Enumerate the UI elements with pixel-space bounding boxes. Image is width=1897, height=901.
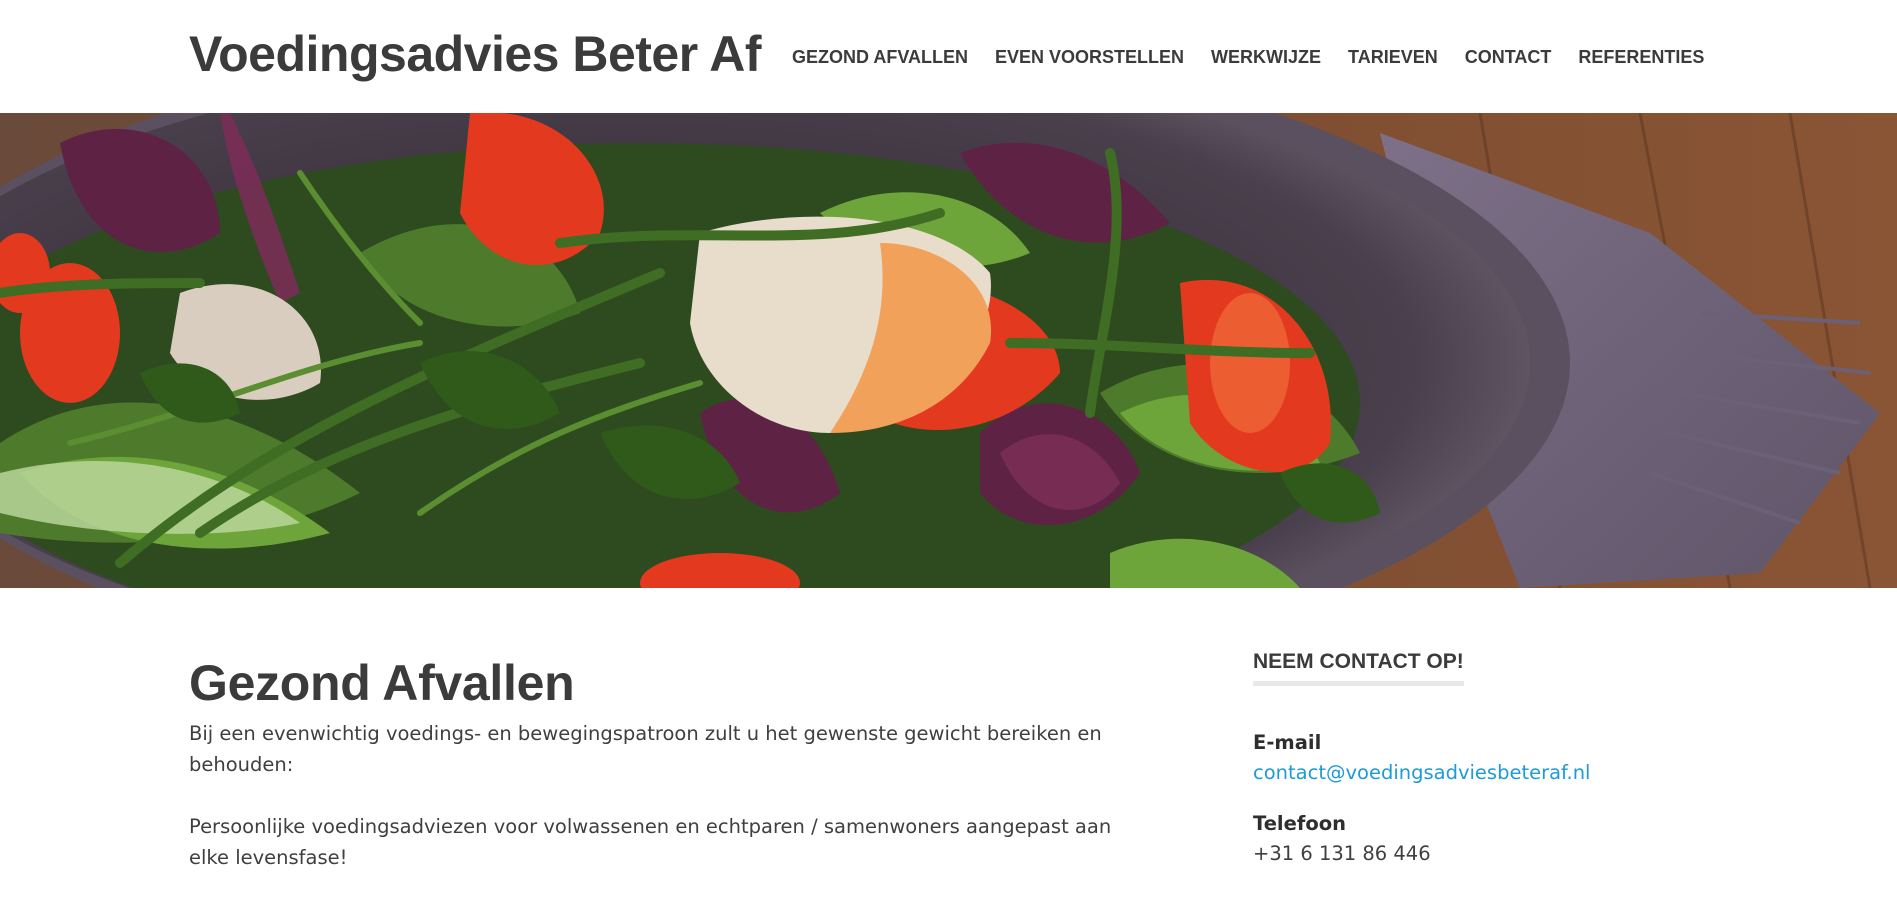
email-label: E-mail xyxy=(1253,731,1322,754)
main-nav: GEZOND AFVALLEN EVEN VOORSTELLEN WERKWIJ… xyxy=(792,45,1704,69)
nav-item-even-voorstellen[interactable]: EVEN VOORSTELLEN xyxy=(995,47,1184,68)
nav-item-contact[interactable]: CONTACT xyxy=(1465,47,1552,68)
page-title: Gezond Afvallen xyxy=(189,655,575,711)
nav-item-gezond-afvallen[interactable]: GEZOND AFVALLEN xyxy=(792,47,968,68)
phone-block: Telefoon +31 6 131 86 446 xyxy=(1253,809,1713,869)
email-link[interactable]: contact@voedingsadviesbeteraf.nl xyxy=(1253,758,1713,788)
nav-item-werkwijze[interactable]: WERKWIJZE xyxy=(1211,47,1321,68)
site-header: Voedingsadvies Beter Af GEZOND AFVALLEN … xyxy=(0,0,1897,113)
site-title[interactable]: Voedingsadvies Beter Af xyxy=(189,24,762,84)
intro-paragraph: Bij een evenwichtig voedings- en bewegin… xyxy=(189,722,1102,776)
advice-paragraph: Persoonlijke voedingsadviezen voor volwa… xyxy=(189,815,1112,869)
contact-widget-title: NEEM CONTACT OP! xyxy=(1253,648,1464,686)
phone-label: Telefoon xyxy=(1253,812,1347,835)
email-block: E-mail contact@voedingsadviesbeteraf.nl xyxy=(1253,728,1713,788)
main-content: Gezond Afvallen Bij een evenwichtig voed… xyxy=(189,648,1149,873)
phone-value: +31 6 131 86 446 xyxy=(1253,842,1431,865)
contact-sidebar: NEEM CONTACT OP! E-mail contact@voedings… xyxy=(1253,648,1713,869)
nav-item-tarieven[interactable]: TARIEVEN xyxy=(1348,47,1438,68)
nav-item-referenties[interactable]: REFERENTIES xyxy=(1578,47,1704,68)
salad-photo xyxy=(0,113,1897,588)
hero-salad-image xyxy=(0,113,1897,588)
